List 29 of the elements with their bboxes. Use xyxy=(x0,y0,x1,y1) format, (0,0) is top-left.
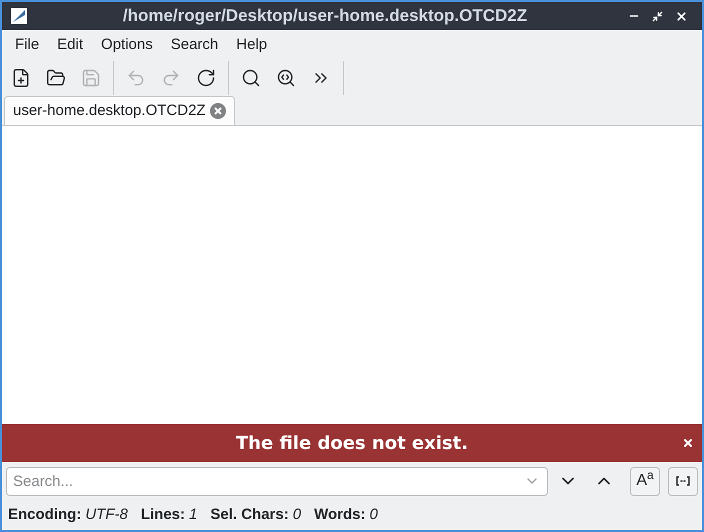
status-label: Encoding: xyxy=(8,504,82,525)
menu-item[interactable]: Options xyxy=(92,34,162,56)
search-field[interactable]: Search... xyxy=(6,466,548,496)
file-tab[interactable]: user-home.desktop.OTCD2Z xyxy=(4,96,235,125)
menu-item[interactable]: File xyxy=(6,34,48,56)
whole-word-button[interactable] xyxy=(668,466,698,496)
close-icon[interactable] xyxy=(675,10,688,22)
error-message: The file does not exist. xyxy=(236,432,468,456)
menu-item[interactable]: Edit xyxy=(48,34,92,56)
status-value: 1 xyxy=(189,504,198,525)
match-case-button[interactable]: A$^{a}$ xyxy=(630,466,660,496)
app-icon xyxy=(10,7,28,25)
new-file-icon[interactable] xyxy=(11,68,31,88)
restore-icon[interactable] xyxy=(652,10,663,22)
folder-icon[interactable] xyxy=(46,68,66,88)
whole-word-icon xyxy=(676,476,690,486)
status-label: Words: xyxy=(314,504,366,525)
status-value: UTF-8 xyxy=(85,504,128,525)
menu-item[interactable]: Help xyxy=(227,34,276,56)
reload-icon[interactable] xyxy=(196,68,216,88)
window-title: /home/roger/Desktop/user-home.desktop.OTCD2Z xyxy=(122,5,528,28)
status-label: Sel. Chars: xyxy=(210,504,289,525)
status-value: 0 xyxy=(369,504,378,525)
status-label: Lines: xyxy=(140,504,186,525)
status-value: 0 xyxy=(292,504,302,525)
search-icon[interactable] xyxy=(241,68,261,88)
close-tab-icon[interactable] xyxy=(210,103,226,119)
close-icon[interactable] xyxy=(682,437,694,449)
menu-item[interactable]: Search xyxy=(162,34,228,56)
